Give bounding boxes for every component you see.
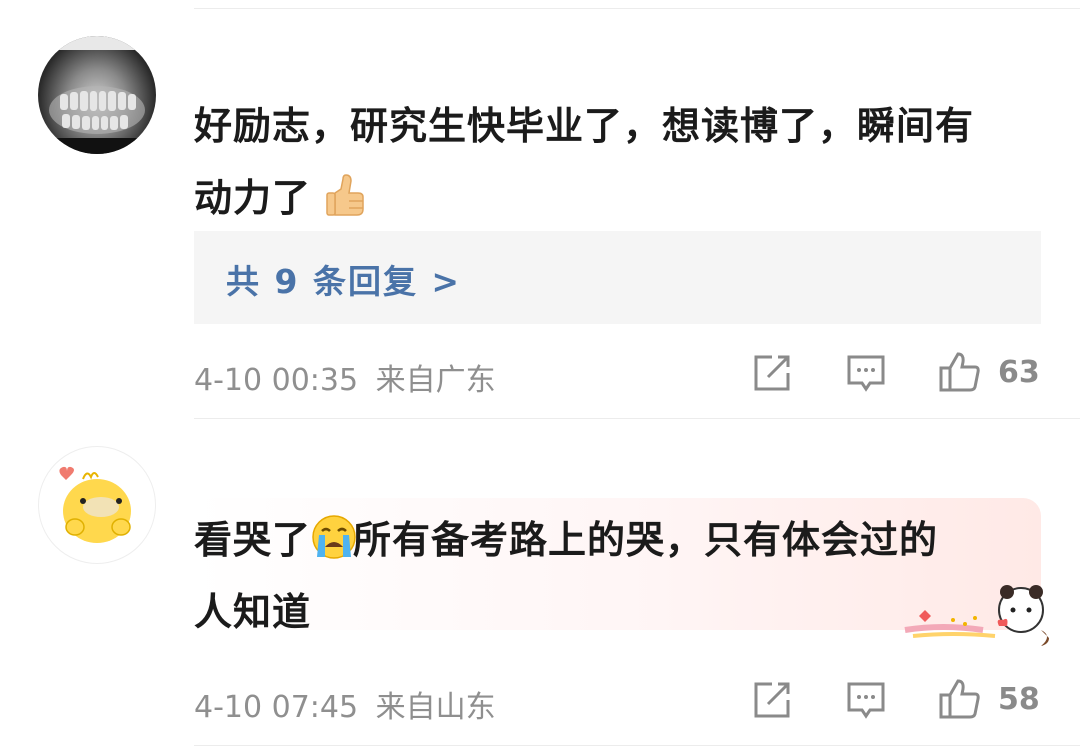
comment-button[interactable] [846,680,886,724]
view-replies-link[interactable]: 共 9 条回复 > [226,255,461,303]
x-ray-avatar[interactable] [38,36,156,154]
comment-button[interactable] [846,353,886,397]
share-icon [754,355,790,391]
comment-text-line: 人知道 [194,590,312,634]
comment-text-line: 好励志，研究生快毕业了，想读博了，瞬间有 [194,104,975,148]
like-button[interactable] [938,350,982,398]
comment-time: 4-10 00:35 [194,363,359,398]
share-button[interactable] [752,680,792,724]
share-button[interactable] [752,353,792,397]
comment-text: 好励志，研究生快毕业了，想读博了，瞬间有 动力了 [194,90,1044,234]
crying-face-icon [311,512,356,559]
comment-text: 看哭了 所有备考路上的哭，只有体会过的 人知道 [194,504,1044,648]
duck-avatar[interactable] [38,446,156,564]
bottom-divider [194,745,1080,746]
reply-box[interactable]: 共 9 条回复 > [194,231,1041,324]
comment-time: 4-10 07:45 [194,690,359,725]
top-divider [194,8,1080,9]
like-count: 63 [998,355,1040,390]
comment-location: 来自山东 [375,690,496,725]
comment-text-line: 看哭了 [194,518,312,562]
comment-meta: 4-10 07:45 来自山东 [194,682,496,726]
comment-icon [847,355,885,392]
like-button[interactable] [938,677,982,725]
comment-icon [847,682,885,719]
share-icon [754,682,790,718]
comment-location: 来自广东 [375,363,496,398]
thumbs-up-outline-icon [939,352,980,392]
thumbs-up-outline-icon [939,679,980,719]
comment-text-line: 动力了 [194,176,312,220]
like-count: 58 [998,682,1040,717]
thumbs-up-icon [325,170,367,216]
comment-text-line: 所有备考路上的哭，只有体会过的 [353,518,939,562]
comment-meta: 4-10 00:35 来自广东 [194,355,496,399]
comment-divider [194,418,1080,419]
